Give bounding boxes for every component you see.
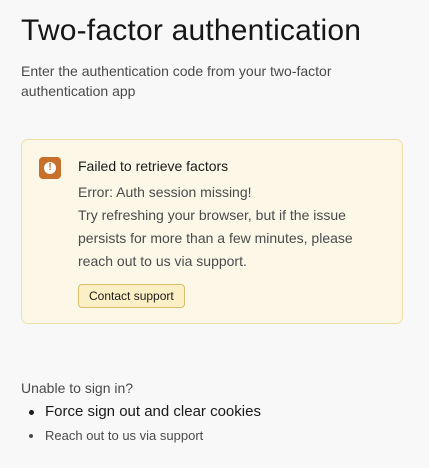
warning-icon-glyph: !: [44, 162, 56, 174]
page-subtitle: Enter the authentication code from your …: [21, 63, 332, 99]
alert-error-line: Error: Auth session missing!: [78, 184, 252, 200]
help-heading: Unable to sign in?: [21, 380, 134, 396]
warning-icon: !: [39, 157, 61, 179]
bullet-icon: [29, 410, 34, 415]
reach-support-link[interactable]: Reach out to us via support: [21, 426, 261, 446]
error-alert: ! Failed to retrieve factors Error: Auth…: [21, 139, 403, 324]
two-factor-page: Two-factor authentication Enter the auth…: [0, 0, 429, 468]
contact-support-button[interactable]: Contact support: [78, 284, 185, 308]
page-title: Two-factor authentication: [21, 14, 362, 47]
alert-message-line: reach out to us via support.: [78, 253, 247, 269]
reach-support-label: Reach out to us via support: [45, 428, 204, 443]
alert-body: Error: Auth session missing! Try refresh…: [78, 181, 378, 273]
force-sign-out-label: Force sign out and clear cookies: [45, 403, 261, 420]
help-list: Force sign out and clear cookies Reach o…: [21, 401, 261, 446]
bullet-icon: [29, 434, 33, 438]
alert-title: Failed to retrieve factors: [78, 158, 229, 174]
force-sign-out-link[interactable]: Force sign out and clear cookies: [21, 401, 261, 423]
alert-message-line: Try refreshing your browser, but if the …: [78, 207, 346, 223]
alert-message-line: persists for more than a few minutes, pl…: [78, 230, 353, 246]
